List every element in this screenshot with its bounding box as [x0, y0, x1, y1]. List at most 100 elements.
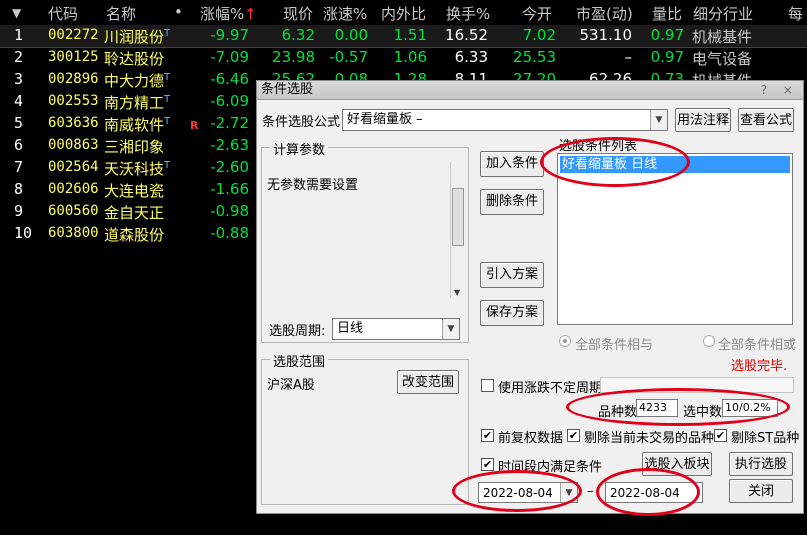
exclude-untraded-label: 剔除当前未交易的品种 [584, 431, 715, 446]
col-speed[interactable]: 涨速% [323, 3, 367, 24]
change-pct: -0.98 [210, 202, 249, 220]
radio-and[interactable] [559, 335, 571, 347]
time-range-checkbox[interactable]: ✔ [481, 458, 494, 471]
calc-params-group: 计算参数 无参数需要设置 ▼ 选股周期: 日线 ▼ [261, 139, 469, 343]
params-scrollbar[interactable]: ▼ [450, 162, 466, 298]
col-change-pct[interactable]: 涨幅%↑ [200, 3, 257, 24]
run-select-button[interactable]: 执行选股 [729, 452, 793, 476]
stock-name-text: 大连电瓷 [104, 182, 165, 200]
period-value: 日线 [337, 321, 364, 336]
usage-notes-button[interactable]: 用法注释 [675, 108, 731, 132]
close-button[interactable]: 关闭 [729, 479, 793, 503]
select-to-block-button[interactable]: 选股入板块 [642, 452, 712, 476]
turnover: 16.52 [445, 26, 488, 44]
dialog-titlebar[interactable]: 条件选股 ? × [257, 81, 803, 100]
radio-and-label: 全部条件相与 [575, 338, 654, 353]
date-from-picker[interactable]: 2022-08-04 ▼ [478, 482, 578, 503]
row-index: 3 [14, 70, 24, 88]
stock-name: 大连电瓷 [104, 180, 164, 201]
delete-condition-button[interactable]: 删除条件 [480, 189, 544, 215]
chevron-down-icon[interactable]: ▼ [442, 319, 459, 339]
table-row[interactable]: 2 300125 聆达股份 -7.09 23.98 -0.57 1.06 6.33 25.53 –… [0, 47, 807, 69]
col-turnover[interactable]: 换手% [446, 3, 490, 24]
view-formula-button[interactable]: 查看公式 [738, 108, 794, 132]
col-pe[interactable]: 市盈(动) [576, 3, 633, 24]
time-range-label: 时间段内满足条件 [498, 460, 603, 475]
col-vol-ratio[interactable]: 量比 [652, 3, 682, 24]
stock-code: 002564 [48, 159, 99, 175]
col-open[interactable]: 今开 [522, 3, 552, 24]
stock-name-text: 天沃科技 [104, 160, 165, 178]
row-index: 4 [14, 92, 24, 110]
stock-name: 聆达股份 [104, 48, 164, 69]
formula-value: 好看缩量板 – [347, 112, 423, 127]
variety-count-field: 4233 [636, 399, 678, 417]
stock-code: 002272 [48, 27, 99, 43]
stock-code: 002896 [48, 71, 99, 87]
import-plan-button[interactable]: 引入方案 [480, 262, 544, 288]
stock-name: 金自天正 [104, 202, 164, 223]
scroll-thumb[interactable] [452, 188, 464, 246]
price: 6.32 [281, 26, 315, 44]
stock-code: 603636 [48, 115, 99, 131]
row-index: 5 [14, 114, 24, 132]
add-condition-button[interactable]: 加入条件 [480, 151, 544, 177]
stock-name: 南方精工T [104, 92, 170, 113]
condition-list[interactable]: 好看缩量板 日线 [557, 153, 793, 325]
stock-name: 天沃科技T [104, 158, 170, 179]
condition-list-title: 选股条件列表 [559, 139, 638, 154]
date-to-picker[interactable]: 2022-08-04 [605, 482, 703, 503]
condition-list-item[interactable]: 好看缩量板 日线 [560, 156, 790, 173]
stock-tag: T [164, 160, 171, 171]
chevron-down-icon[interactable]: ▼ [650, 110, 667, 130]
stock-name-text: 道森股份 [104, 226, 165, 244]
chevron-down-icon[interactable]: ▼ [560, 483, 577, 502]
stock-tag: T [164, 28, 171, 39]
stock-code: 300125 [48, 49, 99, 65]
stock-code: 002606 [48, 181, 99, 197]
row-index: 9 [14, 202, 24, 220]
stock-name: 中大力德T [104, 70, 170, 91]
volume-ratio: 0.97 [650, 48, 684, 66]
pe-ratio: 531.10 [579, 26, 633, 44]
prior-rights-checkbox[interactable]: ✔ [481, 429, 494, 442]
stock-code: 603800 [48, 225, 99, 241]
dialog-title-buttons[interactable]: ? × [761, 81, 799, 99]
save-plan-button[interactable]: 保存方案 [480, 300, 544, 326]
col-price[interactable]: 现价 [283, 3, 313, 24]
radio-or[interactable] [703, 335, 715, 347]
col-inout-ratio[interactable]: 内外比 [381, 3, 426, 24]
change-pct: -2.72 [210, 114, 249, 132]
exclude-st-checkbox[interactable]: ✔ [714, 429, 727, 442]
col-industry[interactable]: 细分行业 [693, 3, 753, 24]
period-select[interactable]: 日线 ▼ [332, 318, 460, 340]
scroll-down-icon[interactable]: ▼ [454, 288, 460, 297]
change-pct: -0.88 [210, 224, 249, 242]
prior-rights-label: 前复权数据 [498, 431, 564, 446]
stock-name-text: 金自天正 [104, 204, 165, 222]
exclude-st-label: 剔除ST品种 [731, 431, 800, 446]
variable-period-field[interactable] [600, 377, 794, 393]
variable-period-checkbox[interactable] [481, 379, 494, 392]
variety-count-value: 4233 [639, 401, 667, 414]
change-pct: -6.09 [210, 92, 249, 110]
col-name[interactable]: 名称 [106, 3, 136, 24]
stock-tag: T [164, 94, 171, 105]
stock-name-text: 聆达股份 [104, 50, 165, 68]
change-pct: -6.46 [210, 70, 249, 88]
sort-arrow-icon[interactable]: ▼ [12, 6, 21, 20]
stock-name: 道森股份 [104, 224, 164, 245]
stock-name: 南威软件T [104, 114, 170, 135]
inout-ratio: 1.06 [393, 48, 427, 66]
col-extra[interactable]: 每 [788, 3, 803, 24]
table-row[interactable]: 1 002272 川润股份T -9.97 6.32 0.00 1.51 16.52 7.02 53… [0, 25, 807, 48]
change-scope-button[interactable]: 改变范围 [397, 370, 459, 394]
exclude-untraded-checkbox[interactable]: ✔ [567, 429, 580, 442]
volume-ratio: 0.97 [650, 26, 684, 44]
stock-code: 002553 [48, 93, 99, 109]
stock-name: 三湘印象 [104, 136, 164, 157]
stock-tag: T [164, 116, 171, 127]
col-change-pct-label: 涨幅% [200, 5, 245, 23]
col-code[interactable]: 代码 [48, 3, 78, 24]
formula-select[interactable]: 好看缩量板 – ▼ [342, 109, 668, 131]
